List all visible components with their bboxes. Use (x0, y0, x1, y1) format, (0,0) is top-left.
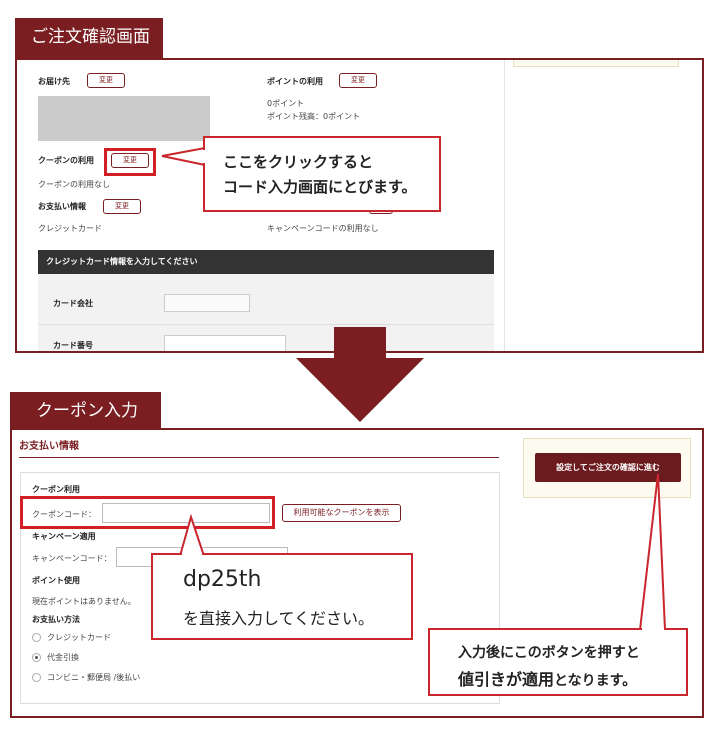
callout-pointer-3-cover (642, 628, 664, 632)
proceed-callout-line-2-rest: となります。 (554, 673, 637, 689)
proceed-button-callout: 入力後にこのボタンを押すと 値引きが適用となります。 (428, 628, 688, 696)
discount-applied-text: 値引きが適用 (458, 670, 555, 689)
proceed-callout-line-2: 値引きが適用となります。 (458, 666, 636, 690)
proceed-callout-line-1: 入力後にこのボタンを押すと (458, 645, 640, 661)
